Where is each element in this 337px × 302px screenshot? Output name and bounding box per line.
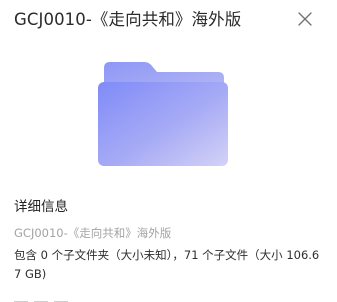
item-name: GCJ0010-《走向共和》海外版: [14, 226, 172, 240]
next-section-clipped: [14, 295, 74, 302]
item-contents-summary: 包含 0 个子文件夹（大小未知），71 个子文件（大小 106.67 GB): [14, 248, 320, 281]
details-panel: GCJ0010-《走向共和》海外版 详细信息 GCJ0010-《走向共和》海外版…: [0, 0, 337, 302]
folder-icon: [98, 62, 228, 166]
folder-preview: [94, 60, 232, 172]
details-section-title: 详细信息: [14, 199, 68, 215]
panel-title: GCJ0010-《走向共和》海外版: [14, 10, 242, 29]
close-icon: [298, 12, 312, 26]
close-button[interactable]: [294, 8, 316, 30]
